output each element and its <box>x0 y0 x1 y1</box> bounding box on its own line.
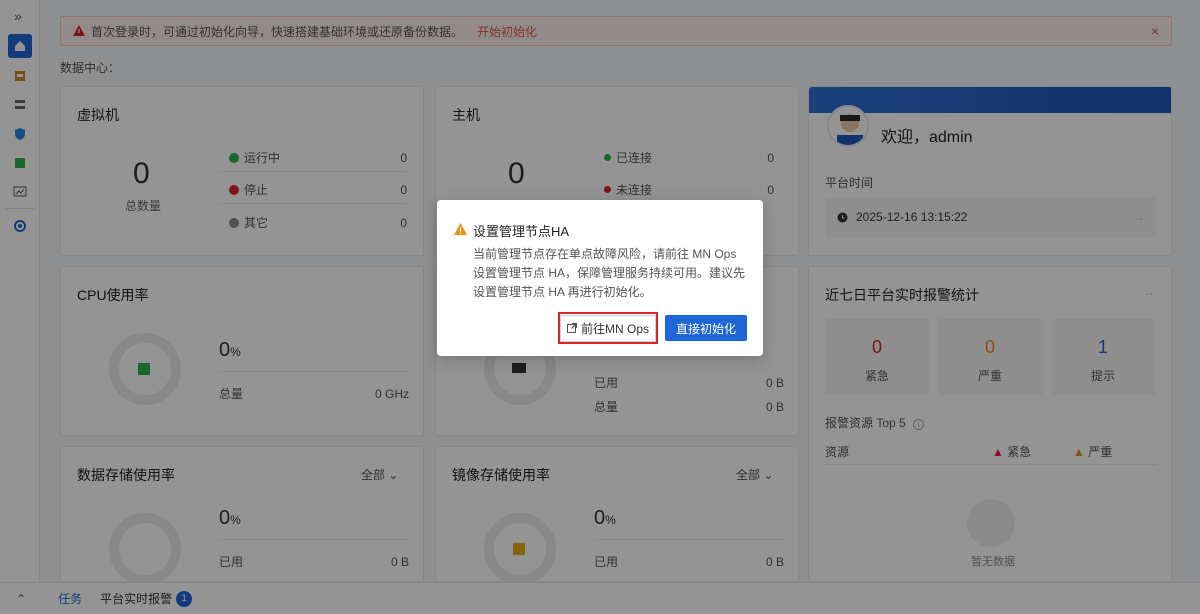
goto-mn-ops-button[interactable]: 前往MN Ops <box>558 312 658 344</box>
warning-icon <box>454 223 467 235</box>
button-label: 前往MN Ops <box>581 321 650 336</box>
ha-dialog: 设置管理节点HA 当前管理节点存在单点故障风险，请前往 MN Ops 设置管理节… <box>437 200 763 356</box>
direct-init-button[interactable]: 直接初始化 <box>665 315 747 341</box>
dialog-body: 当前管理节点存在单点故障风险，请前往 MN Ops 设置管理节点 HA，保障管理… <box>473 247 746 299</box>
external-link-icon <box>567 323 577 333</box>
dialog-title: 设置管理节点HA <box>473 224 570 239</box>
